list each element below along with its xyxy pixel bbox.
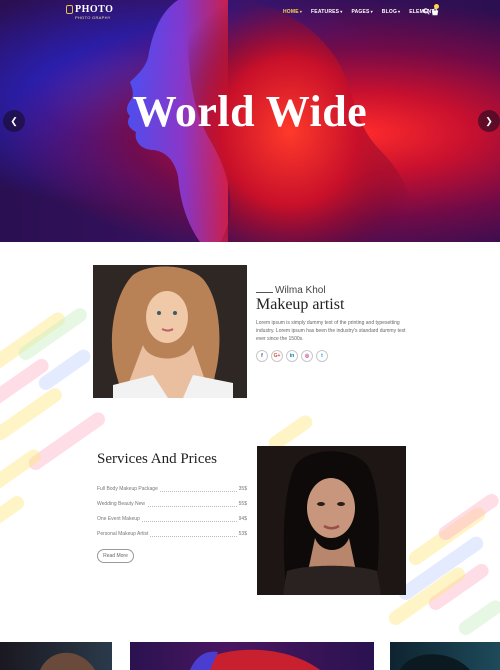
cart-icon[interactable] bbox=[431, 8, 439, 16]
logo-subtitle: PHOTO GRAPHY bbox=[75, 15, 111, 20]
menu-item-home[interactable]: HOME▾ bbox=[283, 9, 302, 15]
service-row: Full Body Makeup Package 35$ bbox=[97, 486, 247, 494]
hero-title: World Wide bbox=[132, 87, 368, 136]
service-name: Wedding Beauty New bbox=[97, 501, 147, 507]
read-more-button[interactable]: Read More bbox=[97, 549, 134, 563]
chevron-left-icon[interactable]: ❮ bbox=[3, 110, 25, 132]
cart-badge bbox=[434, 4, 439, 9]
service-price: 94$ bbox=[236, 516, 247, 522]
gallery-thumb[interactable] bbox=[390, 642, 500, 670]
service-row: One Event Makeup 94$ bbox=[97, 516, 247, 524]
profile-name: Wilma Khol bbox=[275, 285, 326, 296]
google-plus-icon[interactable]: G+ bbox=[271, 350, 283, 362]
portrait-illustration bbox=[257, 446, 406, 595]
camera-icon bbox=[66, 5, 73, 14]
top-navigation: PHOTO PHOTO GRAPHY HOME▾ FEATURES▾ PAGES… bbox=[0, 0, 500, 26]
profile-role: Makeup artist bbox=[256, 296, 345, 313]
service-row: Personal Makeup Artist 53$ bbox=[97, 531, 247, 539]
search-icon[interactable] bbox=[423, 8, 430, 15]
service-price: 55$ bbox=[236, 501, 247, 507]
hero-slider: PHOTO PHOTO GRAPHY HOME▾ FEATURES▾ PAGES… bbox=[0, 0, 500, 242]
services-title: Services And Prices bbox=[97, 451, 217, 467]
chevron-down-icon: ▾ bbox=[370, 9, 373, 14]
social-links: f G+ in ◎ t bbox=[256, 350, 328, 362]
service-name: Personal Makeup Artist bbox=[97, 531, 151, 537]
services-portrait bbox=[257, 446, 406, 595]
service-price: 53$ bbox=[236, 531, 247, 537]
instagram-icon[interactable]: ◎ bbox=[301, 350, 313, 362]
profile-photo-illustration bbox=[93, 265, 247, 398]
logo-title: PHOTO bbox=[75, 4, 114, 15]
chevron-down-icon: ▾ bbox=[340, 9, 343, 14]
main-menu: HOME▾ FEATURES▾ PAGES▾ BLOG▾ ELEMENT▾ bbox=[283, 9, 438, 15]
twitter-icon[interactable]: t bbox=[316, 350, 328, 362]
profile-description: Lorem ipsum is simply dummy text of the … bbox=[256, 320, 406, 342]
service-price: 35$ bbox=[236, 486, 247, 492]
facebook-icon[interactable]: f bbox=[256, 350, 268, 362]
service-name: One Event Makeup bbox=[97, 516, 142, 522]
chevron-down-icon: ▾ bbox=[398, 9, 401, 14]
chevron-down-icon: ▾ bbox=[299, 9, 303, 14]
gallery-thumb[interactable] bbox=[0, 642, 112, 670]
linkedin-icon[interactable]: in bbox=[286, 350, 298, 362]
menu-item-pages[interactable]: PAGES▾ bbox=[351, 9, 372, 15]
gallery-strip bbox=[0, 642, 500, 670]
chevron-right-icon[interactable]: ❯ bbox=[478, 110, 500, 132]
profile-photo bbox=[93, 265, 247, 398]
service-row: Wedding Beauty New 55$ bbox=[97, 501, 247, 509]
gallery-thumb[interactable] bbox=[130, 642, 374, 670]
menu-item-blog[interactable]: BLOG▾ bbox=[382, 9, 400, 15]
menu-item-features[interactable]: FEATURES▾ bbox=[311, 9, 342, 15]
service-name: Full Body Makeup Package bbox=[97, 486, 160, 492]
